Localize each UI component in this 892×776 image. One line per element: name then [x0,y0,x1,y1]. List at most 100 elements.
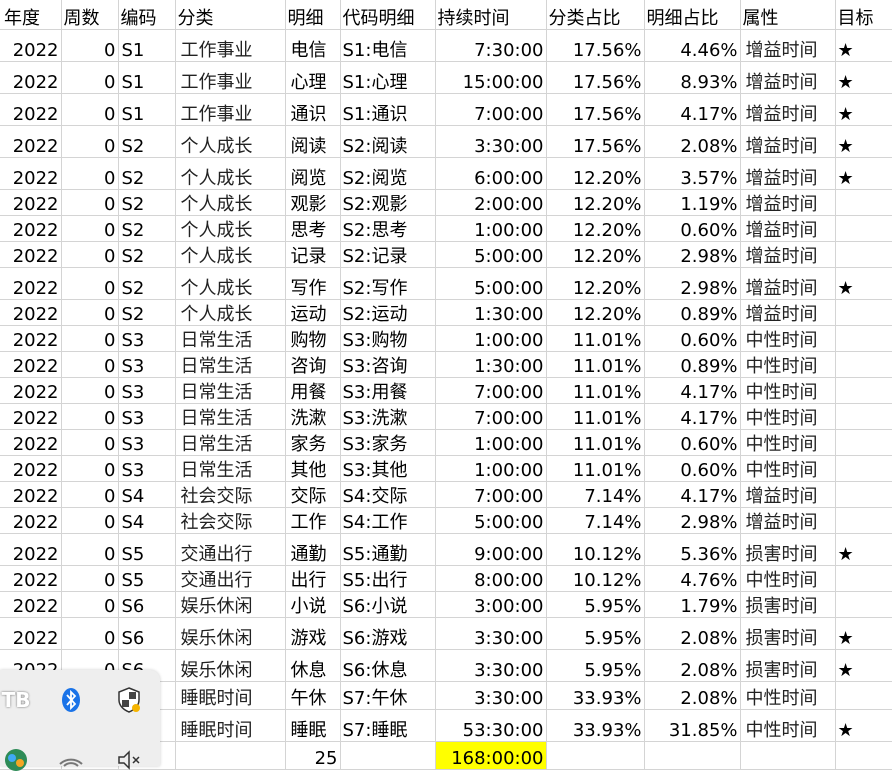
code-detail-cell[interactable]: S7:午休 [340,681,436,710]
code-detail-cell[interactable]: S7:睡眠 [340,709,436,742]
code-detail-cell[interactable]: S6:游戏 [340,617,436,650]
year-cell[interactable]: 2022 [0,93,62,126]
target-star-cell[interactable]: ★ [835,649,892,682]
target-star-cell[interactable]: ★ [835,617,892,650]
duration-cell[interactable]: 7:30:00 [435,29,547,62]
week-cell[interactable]: 0 [61,377,119,404]
attribute-cell[interactable]: 增益时间 [740,507,836,534]
duration-cell[interactable]: 7:00:00 [435,481,547,508]
duration-cell[interactable]: 3:30:00 [435,649,547,682]
year-cell[interactable]: 2022 [0,377,62,404]
app-tb-icon[interactable]: TB [0,684,32,716]
detail-cell[interactable]: 其他 [285,455,341,482]
code-cell[interactable]: S4 [118,481,176,508]
code-cell[interactable]: S2 [118,157,176,190]
attribute-cell[interactable]: 中性时间 [740,429,836,456]
target-star-cell[interactable] [835,681,892,710]
target-star-cell[interactable] [835,351,892,378]
detail-cell[interactable]: 心理 [285,61,341,94]
code-detail-cell[interactable]: S2:记录 [340,241,436,268]
category-cell[interactable]: 娱乐休闲 [175,591,286,618]
duration-cell[interactable]: 5:00:00 [435,241,547,268]
code-cell[interactable]: S3 [118,351,176,378]
year-cell[interactable]: 2022 [0,215,62,242]
column-header[interactable]: 属性 [740,0,836,30]
week-cell[interactable]: 0 [61,267,119,300]
category-share-cell[interactable]: 33.93% [546,709,645,742]
week-cell[interactable]: 0 [61,455,119,482]
column-header[interactable]: 分类 [175,0,286,30]
code-detail-cell[interactable]: S2:写作 [340,267,436,300]
detail-share-cell[interactable]: 4.76% [644,565,741,592]
code-detail-cell[interactable]: S2:阅读 [340,125,436,158]
detail-cell[interactable]: 休息 [285,649,341,682]
detail-cell[interactable]: 工作 [285,507,341,534]
code-cell[interactable]: S6 [118,617,176,650]
code-cell[interactable]: S3 [118,377,176,404]
category-share-cell[interactable]: 17.56% [546,29,645,62]
detail-cell[interactable]: 出行 [285,565,341,592]
target-star-cell[interactable] [835,455,892,482]
detail-cell[interactable]: 记录 [285,241,341,268]
code-detail-cell[interactable]: S3:家务 [340,429,436,456]
duration-cell[interactable]: 53:30:00 [435,709,547,742]
category-cell[interactable]: 个人成长 [175,157,286,190]
duration-cell[interactable]: 6:00:00 [435,157,547,190]
detail-cell[interactable]: 阅读 [285,125,341,158]
attribute-cell[interactable]: 增益时间 [740,93,836,126]
year-cell[interactable]: 2022 [0,241,62,268]
column-header[interactable]: 明细占比 [644,0,741,30]
target-star-cell[interactable] [835,299,892,326]
code-detail-cell[interactable]: S2:运动 [340,299,436,326]
category-share-cell[interactable]: 33.93% [546,681,645,710]
week-cell[interactable]: 0 [61,565,119,592]
duration-cell[interactable]: 1:00:00 [435,429,547,456]
category-cell[interactable]: 日常生活 [175,455,286,482]
category-cell[interactable]: 日常生活 [175,325,286,352]
detail-share-cell[interactable]: 0.60% [644,455,741,482]
detail-share-cell[interactable]: 8.93% [644,61,741,94]
attribute-cell[interactable]: 增益时间 [740,189,836,216]
detail-share-cell[interactable]: 4.17% [644,403,741,430]
code-detail-cell[interactable]: S3:其他 [340,455,436,482]
attribute-cell[interactable]: 中性时间 [740,709,836,742]
category-cell[interactable]: 娱乐休闲 [175,649,286,682]
year-cell[interactable]: 2022 [0,29,62,62]
attribute-cell[interactable]: 增益时间 [740,481,836,508]
week-cell[interactable]: 0 [61,299,119,326]
week-cell[interactable]: 0 [61,157,119,190]
category-share-cell[interactable]: 12.20% [546,267,645,300]
code-detail-cell[interactable]: S6:小说 [340,591,436,618]
target-star-cell[interactable]: ★ [835,533,892,566]
target-star-cell[interactable] [835,481,892,508]
year-cell[interactable]: 2022 [0,61,62,94]
category-cell[interactable]: 娱乐休闲 [175,617,286,650]
target-star-cell[interactable]: ★ [835,93,892,126]
attribute-cell[interactable]: 中性时间 [740,377,836,404]
duration-cell[interactable]: 5:00:00 [435,507,547,534]
category-share-cell[interactable]: 11.01% [546,429,645,456]
cell[interactable] [340,741,436,770]
target-star-cell[interactable]: ★ [835,267,892,300]
attribute-cell[interactable]: 中性时间 [740,351,836,378]
detail-share-cell[interactable]: 0.60% [644,215,741,242]
category-cell[interactable]: 社会交际 [175,481,286,508]
column-header[interactable]: 明细 [285,0,341,30]
code-cell[interactable]: S1 [118,29,176,62]
detail-share-cell[interactable]: 2.98% [644,241,741,268]
week-cell[interactable]: 0 [61,617,119,650]
code-cell[interactable]: S5 [118,533,176,566]
category-share-cell[interactable]: 11.01% [546,403,645,430]
target-star-cell[interactable]: ★ [835,61,892,94]
year-cell[interactable]: 2022 [0,351,62,378]
category-cell[interactable]: 日常生活 [175,351,286,378]
network-globe-icon[interactable] [0,744,32,776]
category-share-cell[interactable]: 12.20% [546,241,645,268]
detail-share-cell[interactable]: 2.08% [644,681,741,710]
category-share-cell[interactable]: 12.20% [546,299,645,326]
category-share-cell[interactable]: 12.20% [546,189,645,216]
category-cell[interactable]: 交通出行 [175,565,286,592]
code-cell[interactable]: S2 [118,241,176,268]
duration-cell[interactable]: 1:00:00 [435,455,547,482]
category-share-cell[interactable]: 10.12% [546,533,645,566]
